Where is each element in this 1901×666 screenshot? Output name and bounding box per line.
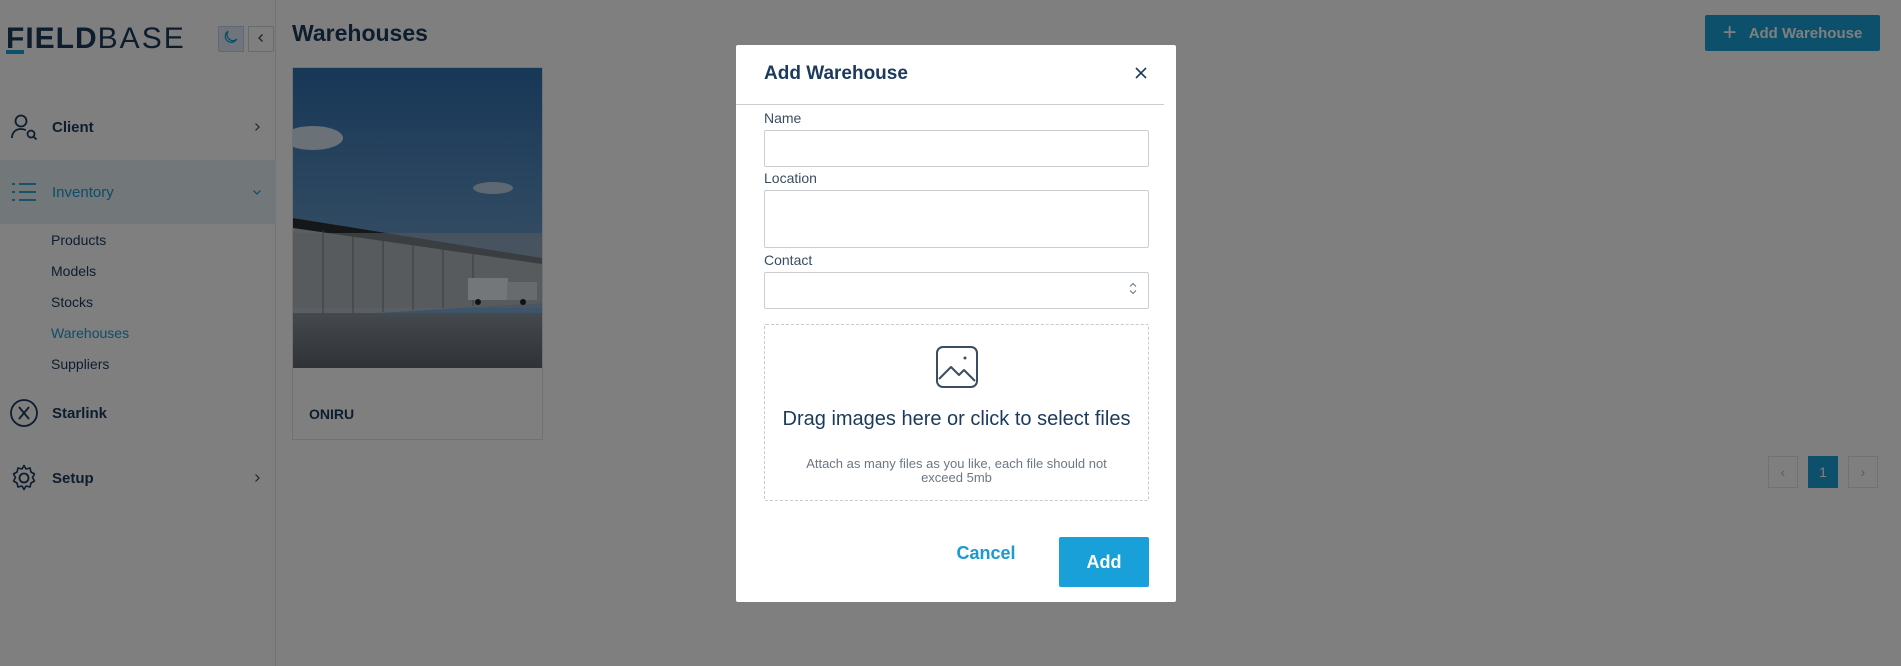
contact-select[interactable] xyxy=(764,272,1149,309)
name-field-label: Name xyxy=(764,110,802,126)
image-icon xyxy=(935,345,979,389)
contact-field-label: Contact xyxy=(764,252,813,268)
dropzone-subtitle: Attach as many files as you like, each f… xyxy=(806,456,1107,485)
location-input[interactable] xyxy=(764,190,1149,248)
location-field-label: Location xyxy=(764,170,817,186)
chevron-up-down-icon xyxy=(1128,281,1138,300)
name-input[interactable] xyxy=(764,130,1149,167)
dropzone-title: Drag images here or click to select file… xyxy=(782,408,1131,430)
cancel-button[interactable]: Cancel xyxy=(946,538,1026,568)
add-button[interactable]: Add xyxy=(1059,537,1149,587)
close-button[interactable] xyxy=(1129,63,1153,87)
close-icon xyxy=(1134,66,1148,85)
modal-divider xyxy=(736,104,1164,105)
add-warehouse-modal: Add Warehouse Name Location Contact Drag… xyxy=(736,45,1176,602)
modal-title: Add Warehouse xyxy=(764,63,908,84)
image-dropzone[interactable]: Drag images here or click to select file… xyxy=(764,324,1149,501)
